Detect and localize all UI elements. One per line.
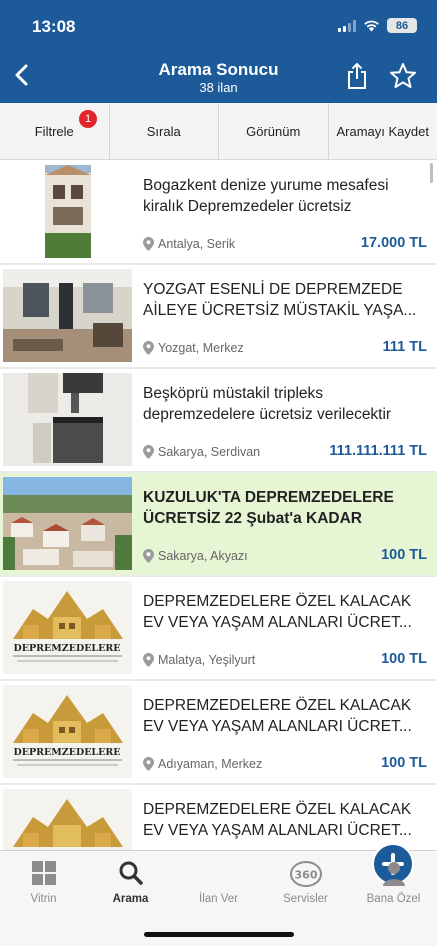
listing-price: 100 TL <box>381 547 427 563</box>
tab-servisler[interactable]: 360 Servisler <box>262 851 349 921</box>
listing-photo <box>3 269 132 362</box>
listing-photo: DEPREMZEDELERE <box>3 685 132 778</box>
listing-price: 111.111.111 TL <box>329 443 427 459</box>
listing-price: 100 TL <box>381 755 427 771</box>
listing-location: Adıyaman, Merkez <box>143 757 262 771</box>
listing-title: KUZULUK'TA DEPREMZEDELERE ÜCRETSİZ 22 Şu… <box>143 489 394 527</box>
tab-arama[interactable]: Arama <box>87 851 174 921</box>
tab-label: İlan Ver <box>199 893 238 905</box>
listing-photo <box>3 477 132 570</box>
tab-label: Bana Özel <box>366 893 421 905</box>
listing-list: Bogazkent denize yurume mesafesi kiralık… <box>0 161 437 850</box>
listing-photo <box>3 373 132 466</box>
location-pin-icon <box>143 341 154 355</box>
status-time: 13:08 <box>32 17 76 36</box>
filter-bar: Filtrele 1 Sırala Görünüm Aramayı Kaydet <box>0 103 437 160</box>
location-text: Adıyaman, Merkez <box>158 757 263 771</box>
listing-price: 17.000 TL <box>360 235 427 251</box>
listing-title: DEPREMZEDELERE ÖZEL KALACAK EV VEYA YAŞA… <box>143 801 412 839</box>
tab-label: Vitrin <box>30 893 57 905</box>
listing-row-featured[interactable]: KUZULUK'TA DEPREMZEDELERE ÜCRETSİZ 22 Şu… <box>0 473 437 575</box>
view-label: Görünüm <box>246 123 301 139</box>
listing-row[interactable]: DEPREMZEDELERE ÖZEL KALACAK EV VEYA YAŞA… <box>0 785 437 850</box>
filter-label: Filtrele <box>34 123 74 139</box>
tab-label: Arama <box>112 893 149 905</box>
listing-price: 111 TL <box>382 339 427 355</box>
location-text: Malatya, Yeşilyurt <box>158 653 256 667</box>
listing-row[interactable]: Bogazkent denize yurume mesafesi kiralık… <box>0 161 437 263</box>
location-text: Sakarya, Akyazı <box>158 549 248 563</box>
location-text: Yozgat, Merkez <box>158 341 244 355</box>
listing-title: DEPREMZEDELERE ÖZEL KALACAK EV VEYA YAŞA… <box>143 697 412 735</box>
listing-location: Antalya, Serik <box>143 237 235 251</box>
tab-bana-ozel[interactable]: Bana Özel <box>350 851 437 921</box>
filter-count-badge: 1 <box>79 110 97 128</box>
listing-row[interactable]: YOZGAT ESENLİ DE DEPREMZEDE AİLEYE ÜCRET… <box>0 265 437 367</box>
view-button[interactable]: Görünüm <box>219 103 329 159</box>
tab-ilan-ver[interactable]: İlan Ver <box>175 843 414 921</box>
search-icon <box>119 861 143 885</box>
location-pin-icon <box>143 757 154 771</box>
location-pin-icon <box>143 653 154 667</box>
wifi-icon <box>364 20 379 32</box>
listing-row[interactable]: DEPREMZEDELERE DEPREMZEDELERE ÖZEL KALAC… <box>0 577 437 679</box>
save-search-label: Aramayı Kaydet <box>336 123 430 139</box>
home-indicator[interactable] <box>144 932 294 937</box>
result-count: 38 ilan <box>199 80 238 95</box>
sort-button[interactable]: Sırala <box>110 103 219 159</box>
listing-photo: DEPREMZEDELERE <box>3 581 132 674</box>
listing-location: Malatya, Yeşilyurt <box>143 653 255 667</box>
listing-location: Yozgat, Merkez <box>143 341 244 355</box>
360-icon: 360 <box>289 861 322 887</box>
tab-label: Servisler <box>283 893 328 905</box>
listing-title: YOZGAT ESENLİ DE DEPREMZEDE AİLEYE ÜCRET… <box>143 281 417 319</box>
photo-caption: DEPREMZEDELERE <box>14 747 121 758</box>
sort-label: Sırala <box>146 123 181 139</box>
battery-indicator: 86 <box>387 18 417 33</box>
location-text: Sakarya, Serdivan <box>158 445 261 459</box>
page-title: Arama Sonucu <box>158 60 279 79</box>
listing-location: Sakarya, Serdivan <box>143 445 260 459</box>
listing-row[interactable]: DEPREMZEDELERE DEPREMZEDELERE ÖZEL KALAC… <box>0 681 437 783</box>
favorite-star-icon[interactable] <box>389 62 417 90</box>
location-pin-icon <box>143 445 154 459</box>
filter-button[interactable]: Filtrele 1 <box>0 103 110 159</box>
listing-title: Beşköprü müstakil tripleks depremzedeler… <box>143 385 392 423</box>
signal-icon <box>338 19 356 32</box>
status-icons: 86 <box>338 18 417 33</box>
user-icon <box>382 862 405 886</box>
tab-vitrin[interactable]: Vitrin <box>0 851 87 921</box>
listing-photo <box>3 165 132 258</box>
location-pin-icon <box>143 549 154 563</box>
share-icon[interactable] <box>345 62 369 90</box>
listing-row[interactable]: Beşköprü müstakil tripleks depremzedeler… <box>0 369 437 471</box>
save-search-button[interactable]: Aramayı Kaydet <box>329 103 437 159</box>
listing-location: Sakarya, Akyazı <box>143 549 248 563</box>
location-text: Antalya, Serik <box>158 237 236 251</box>
app-header: 13:08 86 Arama Sonucu 38 ilan <box>0 0 437 103</box>
photo-caption: DEPREMZEDELERE <box>14 643 121 654</box>
grid-icon <box>31 861 56 885</box>
listing-price: 100 TL <box>381 651 427 667</box>
360-icon-text: 360 <box>294 869 317 882</box>
location-pin-icon <box>143 237 154 251</box>
scroll-indicator[interactable] <box>430 163 433 183</box>
listing-photo <box>3 789 132 850</box>
listing-title: DEPREMZEDELERE ÖZEL KALACAK EV VEYA YAŞA… <box>143 593 412 631</box>
listing-title: Bogazkent denize yurume mesafesi kiralık… <box>143 177 389 215</box>
